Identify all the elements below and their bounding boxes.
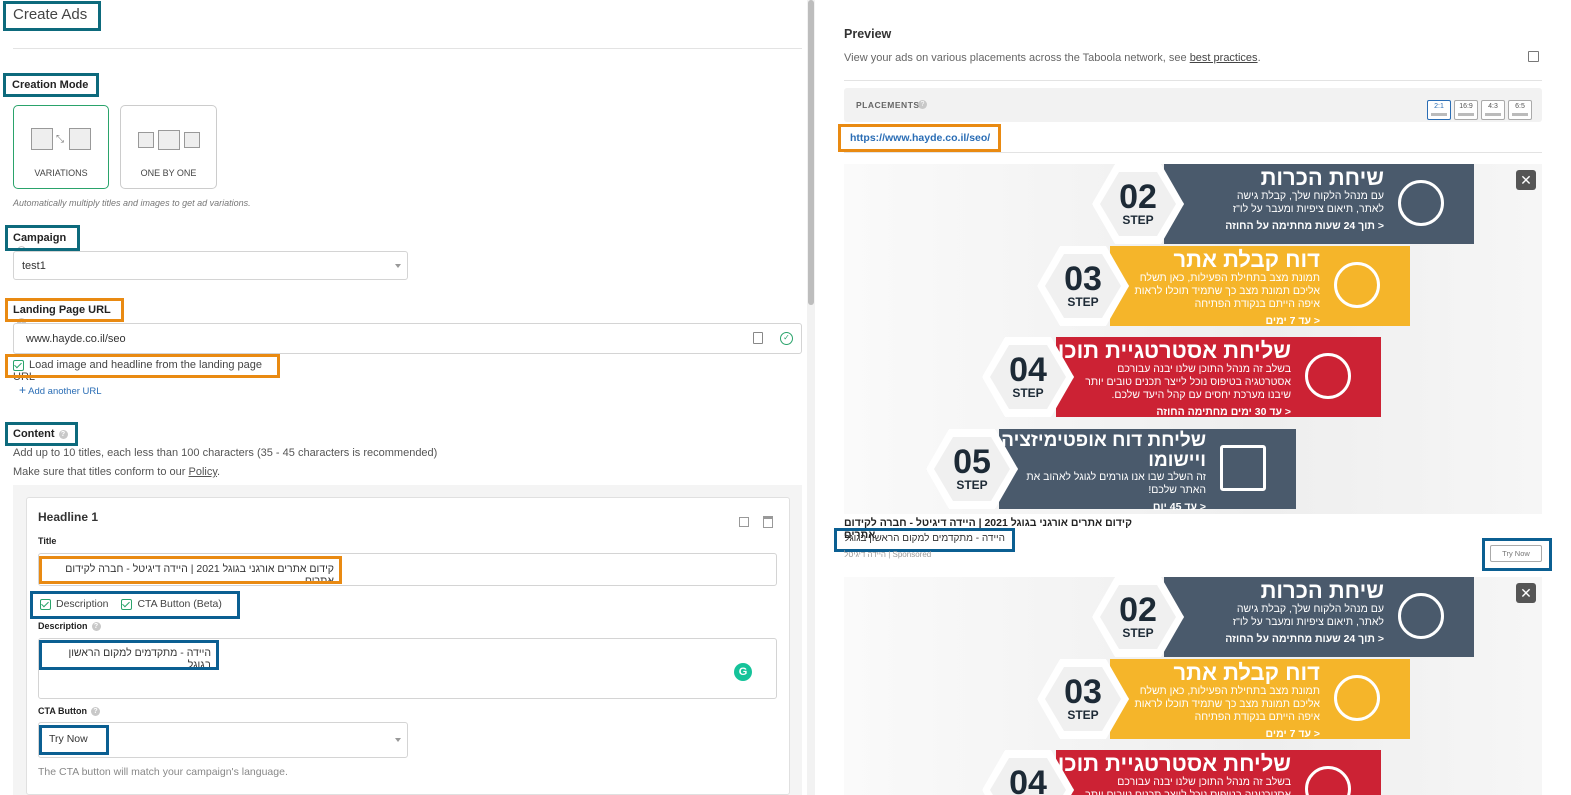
close-icon[interactable]: ✕ [1516,583,1536,603]
ratio-4-3-button[interactable]: 4:3 [1481,100,1505,120]
chat-icon [1398,593,1444,639]
ad-url[interactable]: https://www.hayde.co.il/seo/ [838,124,1001,152]
checkbox-checked-icon[interactable] [13,359,24,371]
one-by-one-icon [137,130,200,150]
step-band: שליחת אסטרטגיית תוכן בשלב זה מנהל התוכן ש… [1056,337,1381,418]
title-label: Title [38,536,57,546]
add-url-link[interactable]: + Add another URL [19,383,102,397]
help-icon[interactable]: ? [90,707,100,717]
cta-label-box: CTA Button? [38,706,100,717]
variations-option[interactable]: ⤡ VARIATIONS [13,105,109,189]
chevron-down-icon [395,738,401,742]
divider [13,48,802,49]
creation-mode-label: Creation Mode [3,73,99,97]
ad-image[interactable]: שיחת הכרות עם מנהל הלקוח שלך, קבלת גישה לא… [844,577,1542,795]
description-label-box: Description? [38,621,101,632]
load-from-url-checkbox[interactable]: Load image and headline from the landing… [5,354,280,383]
content-label-box: Content? [5,422,78,446]
cta-value: Try Now [39,725,109,755]
checkbox-checked-icon[interactable] [121,598,133,610]
step-band: שיחת הכרות עם מנהל הלקוח שלך, קבלת גישה לא… [1164,577,1474,657]
clipboard-icon[interactable] [753,332,763,344]
load-from-url-label: Load image and headline from the landing… [13,359,263,383]
campaign-value: test1 [22,260,46,272]
step-band: שליחת דוח אופטימיזציה ויישומו זה השלב שבו… [999,429,1296,513]
description-label: Description [38,621,88,631]
divider [844,152,1542,153]
chat-icon [1398,180,1444,226]
duplicate-icon[interactable] [739,517,749,527]
person-chart-icon [1334,262,1380,308]
landing-label: Landing Page URL [13,304,111,316]
variations-label: VARIATIONS [34,168,88,178]
scrollbar-thumb[interactable] [808,0,814,305]
network-icon [1305,766,1351,795]
campaign-select[interactable]: test1 [13,251,408,280]
headline-heading: Headline 1 [38,510,99,524]
variations-icon: ⤡ [31,128,91,150]
close-icon[interactable]: ✕ [1516,170,1536,190]
plus-icon: + [19,383,27,397]
divider [844,80,1542,81]
step-band: דוח קבלת אתר תמונת מצב בתחילת הפעילות, כא… [1110,246,1410,327]
checkbox-checked-icon[interactable] [40,598,51,610]
step-band: שליחת אסטרטגיית תוכן בשלב זה מנהל התוכן ש… [1056,750,1381,795]
preview-title: Preview [844,27,892,41]
step-band: שיחת הכרות עם מנהל הלקוח שלך, קבלת גישה לא… [1164,164,1474,244]
ad-image[interactable]: שיחת הכרות עם מנהל הלקוח שלך, קבלת גישה לא… [844,164,1542,514]
one-by-one-option[interactable]: ONE BY ONE [120,105,217,189]
landing-url-value: www.hayde.co.il/seo [26,333,126,345]
ad-description: היידה - מתקדמים למקום הראשון בגוגל [834,528,1015,552]
ratio-6-5-button[interactable]: 6:5 [1508,100,1532,120]
policy-link[interactable]: Policy [188,466,217,478]
preview-subtitle: View your ads on various placements acro… [844,52,1261,64]
person-chart-icon [1334,675,1380,721]
network-icon [1305,353,1351,399]
step-band: דוח קבלת אתר תמונת מצב בתחילת הפעילות, כא… [1110,659,1410,740]
best-practices-link[interactable]: best practices [1190,52,1258,64]
ad-sponsored: היידה דיגיטל | Sponsored [844,550,932,559]
content-hint-1: Add up to 10 titles, each less than 100 … [13,447,438,459]
title-value: קידום אתרים אורגני בגוגל 2021 | היידה די… [39,556,342,587]
cta-hint: The CTA button will match your campaign'… [38,766,288,778]
optional-fields-box: Description CTA Button (Beta) [30,591,240,619]
content-label: Content [13,428,55,440]
campaign-label-box: Campaign? [5,225,80,255]
ratio-16-9-button[interactable]: 16:9 [1454,100,1478,120]
add-url-label: Add another URL [28,386,102,397]
landing-label-box: Landing Page URL? [5,298,124,327]
creation-mode-hint: Automatically multiply titles and images… [13,198,251,208]
page-title: Create Ads [3,1,101,31]
chevron-down-icon [395,263,401,268]
help-icon[interactable]: ? [58,429,68,439]
cta-checkbox[interactable]: CTA Button (Beta) [121,598,222,610]
placements-bar: PLACEMENTS ? 2:1 16:9 4:3 6:5 [844,88,1542,122]
ratio-buttons: 2:1 16:9 4:3 6:5 [1424,95,1532,120]
description-checkbox[interactable]: Description [40,598,109,610]
cta-label: CTA Button [38,706,87,716]
content-hint-2: Make sure that titles conform to our Pol… [13,466,221,478]
description-value: היידה - מתקדמים למקום הראשון בגוגל [39,640,219,671]
external-link-icon[interactable] [1528,51,1539,62]
grammarly-icon[interactable]: G [734,663,752,681]
landing-url-input[interactable]: www.hayde.co.il/seo ✓ [13,323,802,354]
ad-cta-button[interactable]: Try Now [1490,545,1542,562]
one-by-one-label: ONE BY ONE [140,168,197,178]
help-icon[interactable]: ? [918,100,927,109]
trash-icon[interactable] [763,516,773,528]
placements-label: PLACEMENTS [856,100,920,110]
check-circle-icon: ✓ [780,332,793,345]
monitor-chart-icon [1220,445,1266,491]
help-icon[interactable]: ? [91,622,101,632]
ratio-2-1-button[interactable]: 2:1 [1427,100,1451,120]
campaign-label: Campaign [13,232,67,244]
